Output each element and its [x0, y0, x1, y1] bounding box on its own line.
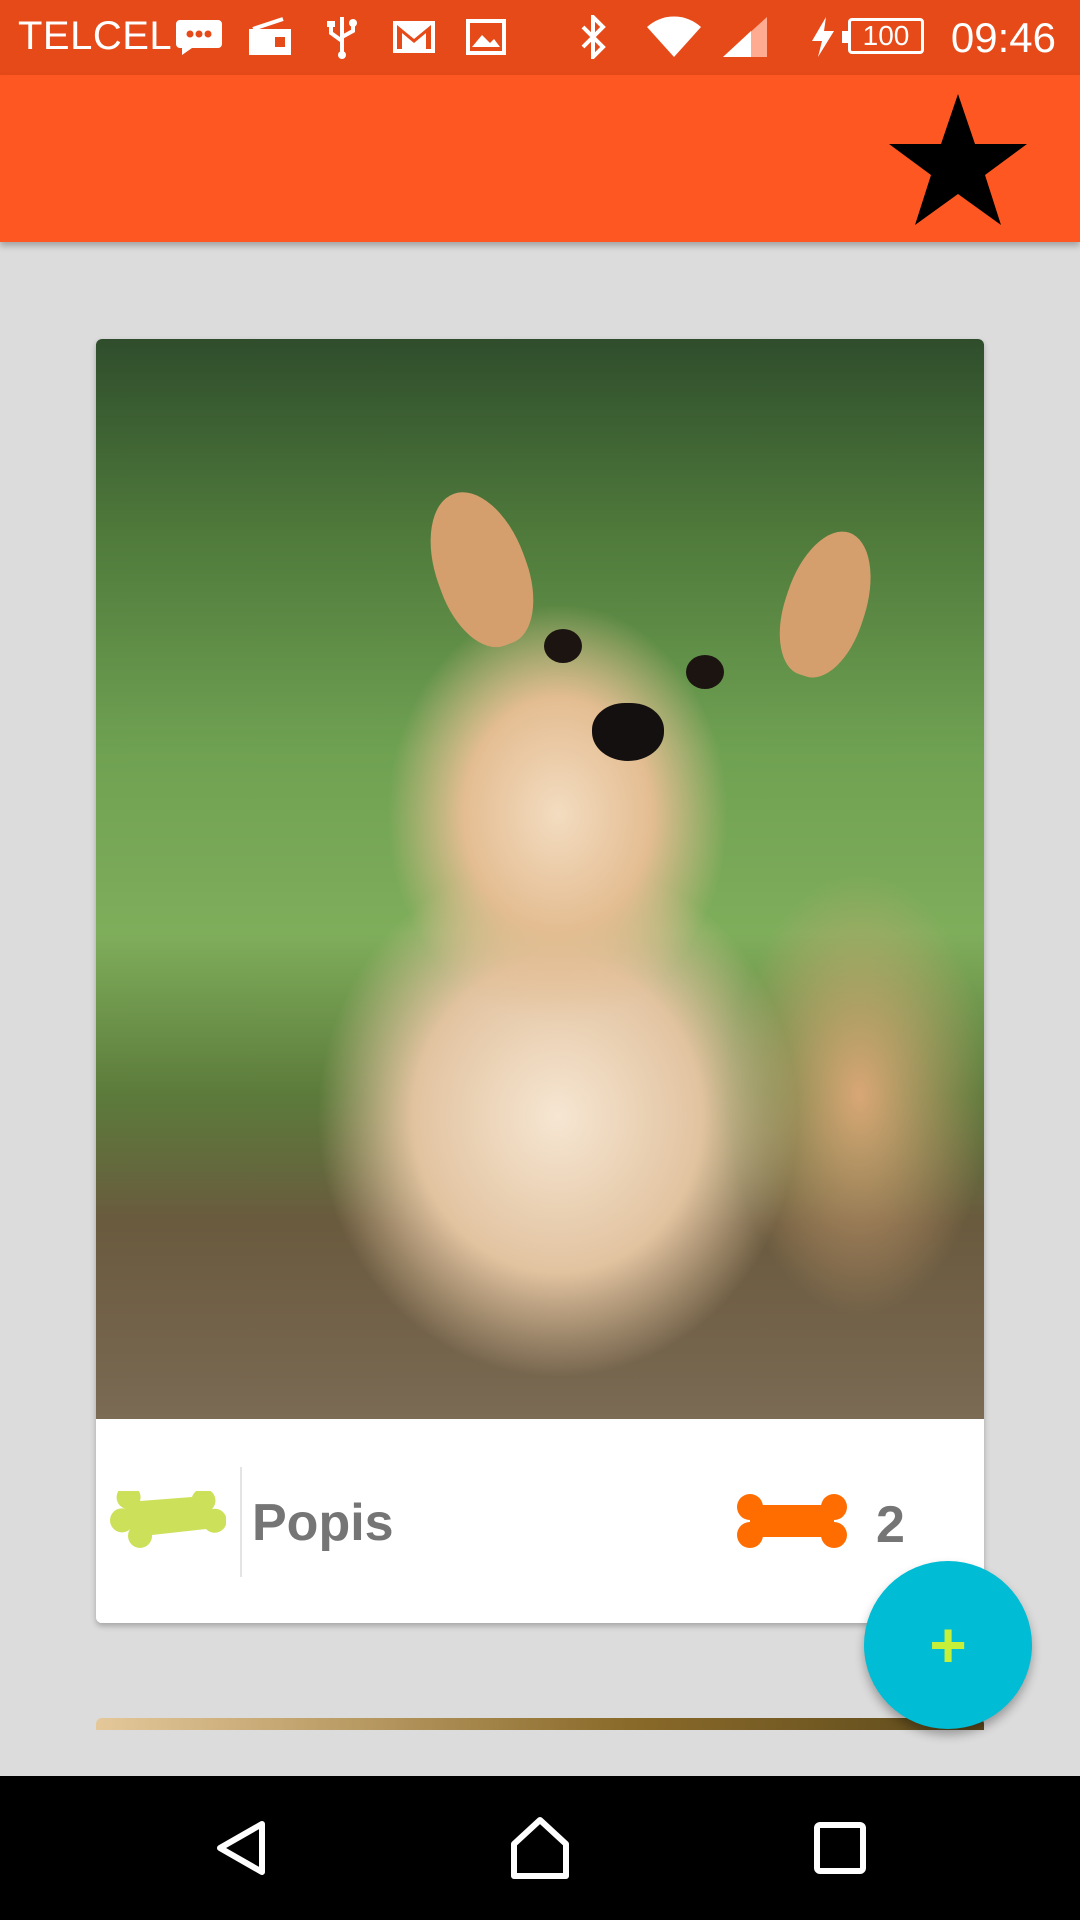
pet-name: Popis — [252, 1494, 394, 1552]
signal-icon — [720, 14, 770, 60]
usb-icon — [322, 14, 362, 60]
carrier-name: TELCEL — [18, 14, 173, 58]
puppy-photo — [96, 339, 984, 1419]
puppy-eye-right — [686, 655, 724, 689]
next-card-peek[interactable] — [96, 1718, 984, 1730]
radio-icon — [244, 14, 296, 60]
clock: 09:46 — [950, 14, 1056, 61]
puppy-ear-left — [411, 478, 551, 660]
card-footer: Popis 2 — [96, 1419, 984, 1623]
orange-bone-icon — [736, 1491, 848, 1551]
gmail-icon — [390, 14, 438, 60]
charging-icon — [808, 14, 838, 60]
back-icon[interactable] — [206, 1812, 278, 1884]
message-icon — [172, 14, 226, 60]
pet-card[interactable]: Popis 2 — [96, 339, 984, 1623]
divider — [240, 1467, 242, 1577]
battery-indicator: 100 — [842, 18, 924, 54]
add-fab-button[interactable]: + — [864, 1561, 1032, 1729]
app-bar — [0, 75, 1080, 242]
puppy-ear-right — [764, 520, 888, 688]
recents-icon[interactable] — [804, 1812, 876, 1884]
home-icon[interactable] — [504, 1812, 576, 1884]
bluetooth-icon — [574, 14, 614, 60]
puppy-eye-left — [544, 629, 582, 663]
image-icon — [464, 14, 508, 60]
navigation-bar — [0, 1776, 1080, 1920]
green-bone-toy-icon — [104, 1459, 228, 1583]
puppy-nose — [592, 703, 664, 761]
plus-icon: + — [929, 1609, 967, 1681]
status-bar: TELCEL 100 09:46 — [0, 0, 1080, 75]
star-icon[interactable] — [888, 89, 1028, 229]
bone-count: 2 — [876, 1496, 905, 1554]
wifi-icon — [644, 14, 704, 60]
